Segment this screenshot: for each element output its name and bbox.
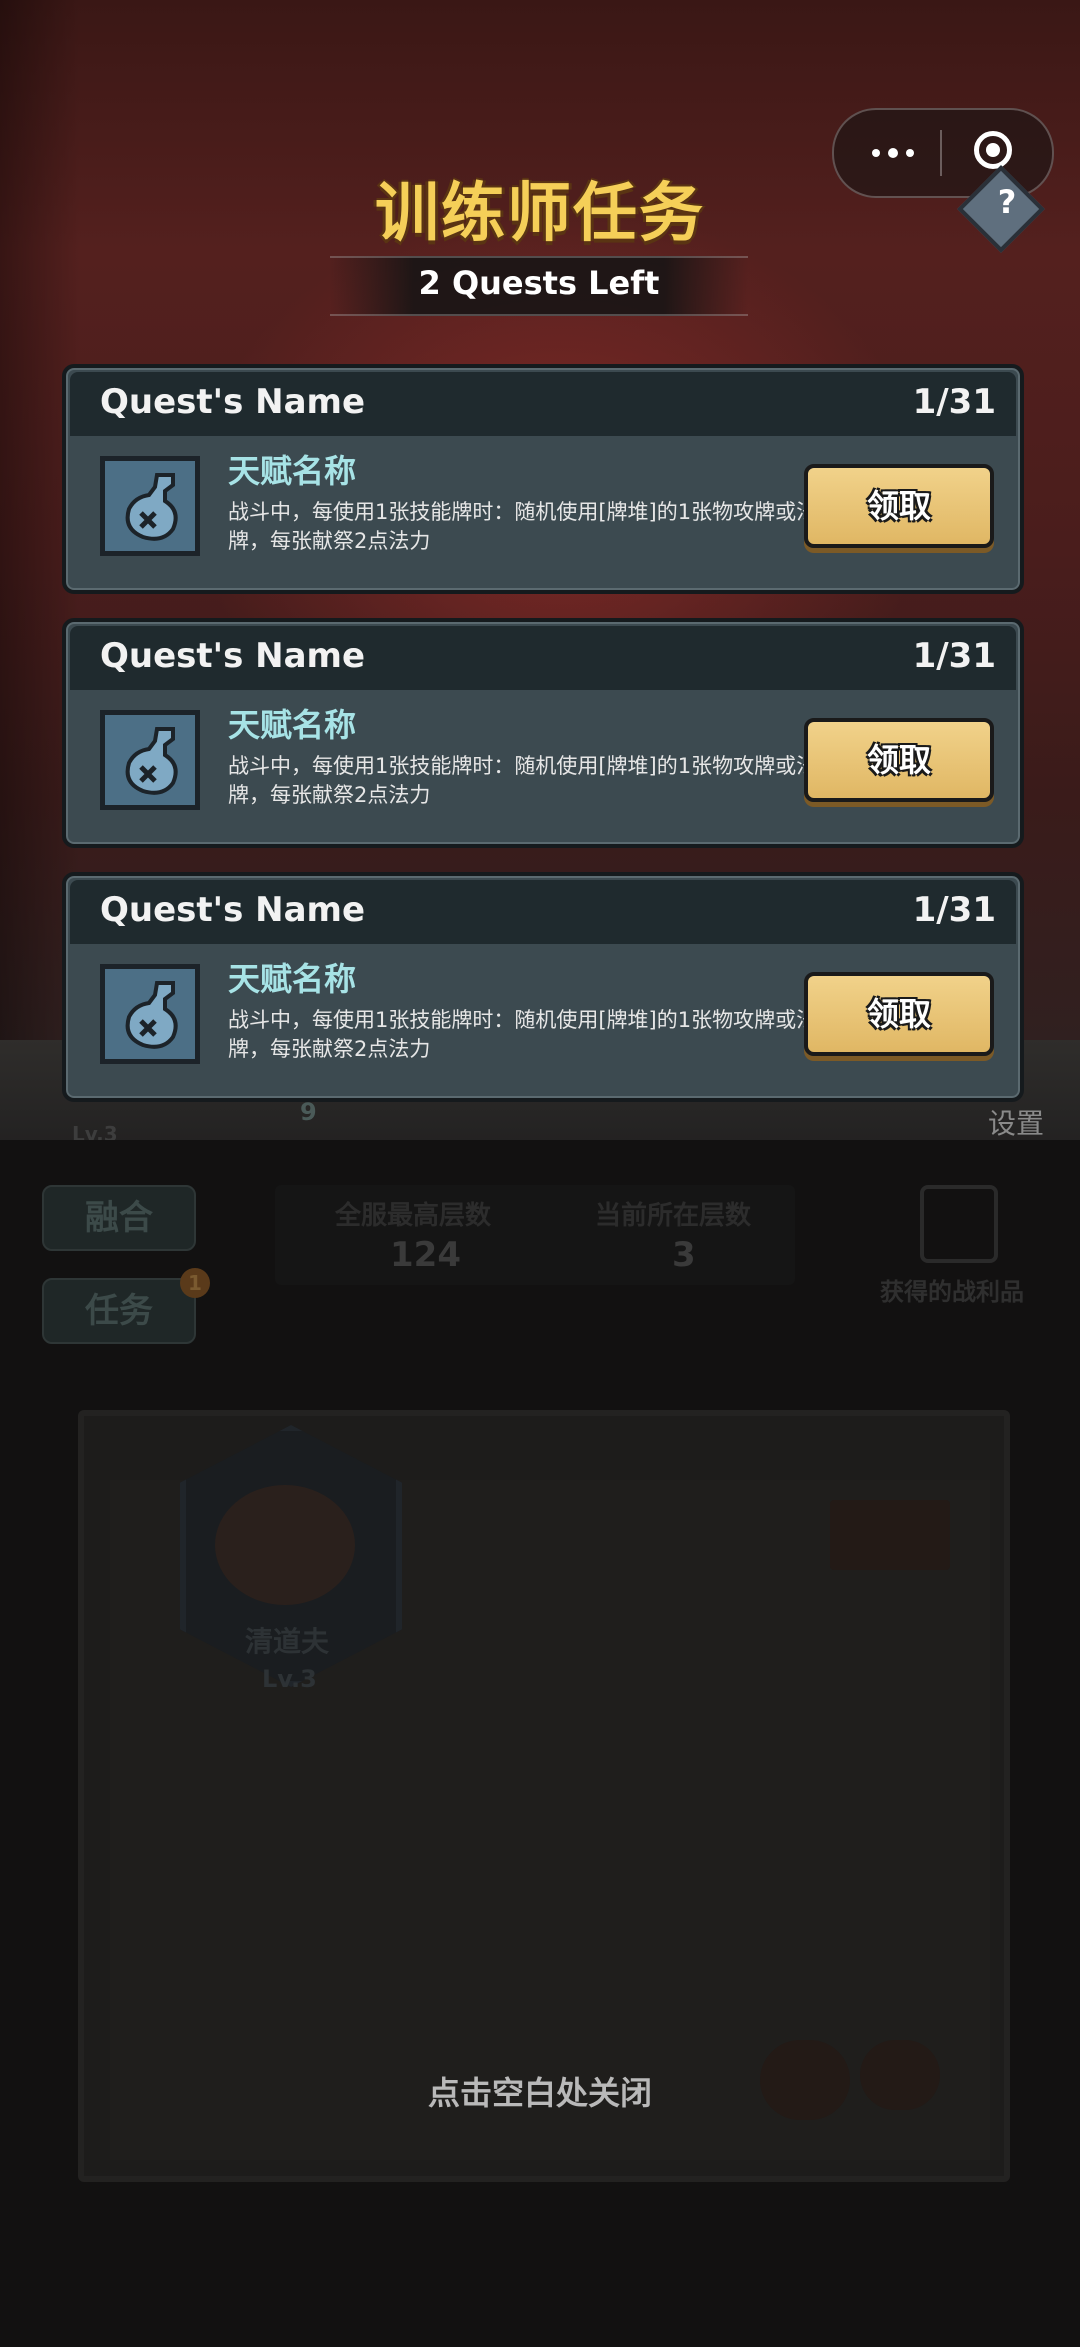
talent-description: 战斗中，每使用1张技能牌时：随机使用[牌堆]的1张物攻牌或法术牌，每张献祭2点法… xyxy=(228,500,839,553)
quest-header: Quest's Name 1/31 xyxy=(70,372,1016,436)
hero-portrait xyxy=(215,1485,355,1605)
task-badge: 1 xyxy=(180,1268,210,1298)
potion-bottle-icon xyxy=(100,964,200,1064)
quest-header: Quest's Name 1/31 xyxy=(70,880,1016,944)
quest-name: Quest's Name xyxy=(100,382,366,422)
claim-button[interactable]: 领取 xyxy=(804,718,994,802)
talent-name: 天赋名称 xyxy=(228,452,357,490)
loot-chest-icon[interactable] xyxy=(920,1185,998,1263)
talent-description: 战斗中，每使用1张技能牌时：随机使用[牌堆]的1张物攻牌或法术牌，每张献祭2点法… xyxy=(228,754,839,807)
quest-progress: 1/31 xyxy=(912,890,996,930)
hero-level: Lv.3 xyxy=(262,1665,317,1693)
floor-stats-panel: 全服最高层数 124 当前所在层数 3 xyxy=(275,1185,795,1285)
potion-bottle-icon xyxy=(100,710,200,810)
quest-card: Quest's Name 1/31 天赋名称 战斗中，每使用1张技能牌时：随机使… xyxy=(62,872,1024,1102)
loot-label: 获得的战利品 xyxy=(880,1278,1024,1306)
current-floor-value: 3 xyxy=(672,1235,696,1275)
talent-name: 天赋名称 xyxy=(228,960,357,998)
quest-name: Quest's Name xyxy=(100,890,366,930)
claim-button[interactable]: 领取 xyxy=(804,972,994,1056)
crate-icon xyxy=(830,1500,950,1570)
quest-card: Quest's Name 1/31 天赋名称 战斗中，每使用1张技能牌时：随机使… xyxy=(62,618,1024,848)
quest-card: Quest's Name 1/31 天赋名称 战斗中，每使用1张技能牌时：随机使… xyxy=(62,364,1024,594)
close-hint[interactable]: 点击空白处关闭 xyxy=(0,2068,1080,2114)
max-floor-label: 全服最高层数 xyxy=(335,1201,492,1231)
xp-value: 9 xyxy=(300,1098,317,1126)
talent-name: 天赋名称 xyxy=(228,706,357,744)
potion-bottle-icon xyxy=(100,456,200,556)
current-floor-label: 当前所在层数 xyxy=(595,1201,752,1231)
fuse-button[interactable]: 融合 xyxy=(42,1185,196,1251)
quest-header: Quest's Name 1/31 xyxy=(70,626,1016,690)
max-floor-value: 124 xyxy=(390,1235,461,1275)
quest-name: Quest's Name xyxy=(100,636,366,676)
quest-progress: 1/31 xyxy=(912,636,996,676)
hero-name: 清道夫 xyxy=(245,1625,330,1658)
page-title: 训练师任务 xyxy=(375,177,705,251)
settings-button[interactable]: 设置 xyxy=(988,1102,1044,1142)
talent-description: 战斗中，每使用1张技能牌时：随机使用[牌堆]的1张物攻牌或法术牌，每张献祭2点法… xyxy=(228,1008,839,1061)
quest-progress: 1/31 xyxy=(912,382,996,422)
quests-left-label: 2 Quests Left xyxy=(418,264,660,302)
claim-button[interactable]: 领取 xyxy=(804,464,994,548)
task-button[interactable]: 任务 xyxy=(42,1278,196,1344)
